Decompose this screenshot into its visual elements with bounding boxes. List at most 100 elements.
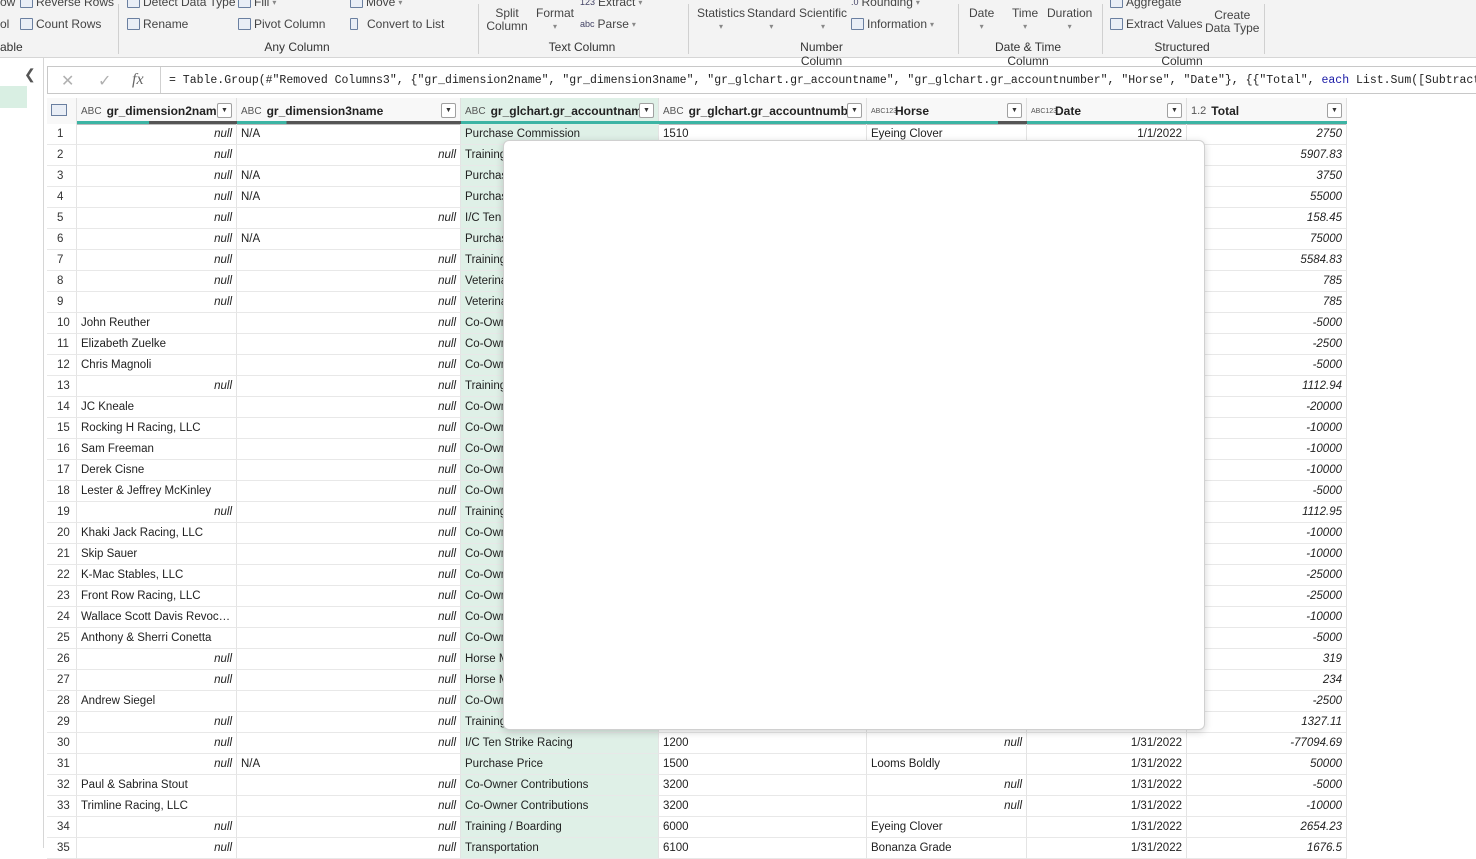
cell-total[interactable]: -2500 bbox=[1187, 691, 1347, 712]
row-number[interactable]: 30 bbox=[47, 733, 77, 754]
cell-dimension3name[interactable]: null bbox=[237, 586, 461, 607]
cell-total[interactable]: -20000 bbox=[1187, 397, 1347, 418]
split-column-button[interactable]: Split Column bbox=[484, 7, 530, 33]
table-row[interactable]: 32 Paul & Sabrina Stout null Co-Owner Contr… bbox=[47, 775, 1347, 796]
cell-date[interactable]: 1/31/2022 bbox=[1027, 733, 1187, 754]
cell-dimension3name[interactable]: null bbox=[237, 502, 461, 523]
cell-total[interactable]: 3750 bbox=[1187, 166, 1347, 187]
cell-dimension2name[interactable]: null bbox=[77, 271, 237, 292]
row-number[interactable]: 6 bbox=[47, 229, 77, 250]
any-type-icon[interactable]: ABC123 bbox=[1031, 108, 1057, 115]
cell-dimension3name[interactable]: N/A bbox=[237, 754, 461, 775]
cell-total[interactable]: 2654.23 bbox=[1187, 817, 1347, 838]
cell-dimension3name[interactable]: null bbox=[237, 628, 461, 649]
row-number[interactable]: 28 bbox=[47, 691, 77, 712]
cell-dimension3name[interactable]: null bbox=[237, 145, 461, 166]
detect-data-type-button[interactable]: Detect Data Type bbox=[127, 0, 236, 9]
cell-dimension3name[interactable]: null bbox=[237, 817, 461, 838]
cell-dimension3name[interactable]: null bbox=[237, 208, 461, 229]
create-data-type-button[interactable]: Create Data Type bbox=[1205, 9, 1259, 35]
cell-horse[interactable]: Bonanza Grade bbox=[867, 838, 1027, 859]
filter-dropdown-icon[interactable]: ▼ bbox=[1327, 103, 1342, 118]
row-number[interactable]: 1 bbox=[47, 124, 77, 145]
cell-dimension3name[interactable]: null bbox=[237, 670, 461, 691]
rounding-button[interactable]: .0 Rounding ▾ bbox=[851, 0, 920, 9]
extract-button[interactable]: 123 Extract ▾ bbox=[580, 0, 642, 9]
duration-button[interactable]: Duration ▾ bbox=[1047, 7, 1092, 33]
cell-total[interactable]: 50000 bbox=[1187, 754, 1347, 775]
count-rows-button[interactable]: Count Rows bbox=[20, 17, 101, 31]
cell-total[interactable]: -10000 bbox=[1187, 523, 1347, 544]
filter-dropdown-icon[interactable]: ▼ bbox=[847, 103, 862, 118]
time-button[interactable]: Time ▾ bbox=[1012, 7, 1038, 33]
cell-accountnumber[interactable]: 1200 bbox=[659, 733, 867, 754]
cell-dimension3name[interactable]: null bbox=[237, 838, 461, 859]
cell-accountnumber[interactable]: 1500 bbox=[659, 754, 867, 775]
cell-dimension2name[interactable]: Rocking H Racing, LLC bbox=[77, 418, 237, 439]
cell-dimension3name[interactable]: null bbox=[237, 733, 461, 754]
cell-dimension2name[interactable]: John Reuther bbox=[77, 313, 237, 334]
aggregate-button[interactable]: Aggregate bbox=[1110, 0, 1181, 9]
cell-accountname[interactable]: I/C Ten Strike Racing bbox=[461, 733, 659, 754]
cell-dimension3name[interactable]: null bbox=[237, 607, 461, 628]
cell-dimension2name[interactable]: Skip Sauer bbox=[77, 544, 237, 565]
text-type-icon[interactable]: ABC bbox=[663, 106, 684, 117]
cell-total[interactable]: -5000 bbox=[1187, 628, 1347, 649]
cell-total[interactable]: -5000 bbox=[1187, 481, 1347, 502]
filter-dropdown-icon[interactable]: ▼ bbox=[1167, 103, 1182, 118]
cell-dimension2name[interactable]: null bbox=[77, 502, 237, 523]
cell-total[interactable]: 5584.83 bbox=[1187, 250, 1347, 271]
cancel-formula-icon[interactable]: ✕ bbox=[61, 71, 74, 91]
cell-total[interactable]: -10000 bbox=[1187, 460, 1347, 481]
convert-to-list-button[interactable]: Convert to List bbox=[350, 17, 444, 31]
cell-dimension3name[interactable]: null bbox=[237, 271, 461, 292]
format-button[interactable]: Format ▾ bbox=[536, 7, 574, 33]
cell-dimension2name[interactable]: null bbox=[77, 250, 237, 271]
cell-accountnumber[interactable]: 3200 bbox=[659, 775, 867, 796]
cell-dimension3name[interactable]: null bbox=[237, 439, 461, 460]
row-number[interactable]: 18 bbox=[47, 481, 77, 502]
cell-dimension3name[interactable]: null bbox=[237, 565, 461, 586]
row-number[interactable]: 2 bbox=[47, 145, 77, 166]
table-row[interactable]: 34 null null Training / Boarding 6000 Eyeing … bbox=[47, 817, 1347, 838]
row-number[interactable]: 34 bbox=[47, 817, 77, 838]
cell-dimension2name[interactable]: null bbox=[77, 838, 237, 859]
row-number[interactable]: 33 bbox=[47, 796, 77, 817]
cell-dimension2name[interactable]: null bbox=[77, 733, 237, 754]
row-number[interactable]: 19 bbox=[47, 502, 77, 523]
cell-dimension2name[interactable]: null bbox=[77, 754, 237, 775]
cell-total[interactable]: -10000 bbox=[1187, 796, 1347, 817]
row-number[interactable]: 23 bbox=[47, 586, 77, 607]
cell-total[interactable]: -5000 bbox=[1187, 775, 1347, 796]
cell-total[interactable]: -10000 bbox=[1187, 418, 1347, 439]
cell-total[interactable]: -5000 bbox=[1187, 313, 1347, 334]
cell-dimension3name[interactable]: N/A bbox=[237, 187, 461, 208]
extract-values-button[interactable]: Extract Values bbox=[1110, 17, 1202, 31]
cell-dimension3name[interactable]: null bbox=[237, 523, 461, 544]
row-number[interactable]: 3 bbox=[47, 166, 77, 187]
function-fx-icon[interactable]: fx bbox=[132, 71, 144, 89]
cell-dimension2name[interactable]: JC Kneale bbox=[77, 397, 237, 418]
row-number[interactable]: 26 bbox=[47, 649, 77, 670]
cell-total[interactable]: -25000 bbox=[1187, 565, 1347, 586]
cell-dimension2name[interactable]: K-Mac Stables, LLC bbox=[77, 565, 237, 586]
cell-horse[interactable]: null bbox=[867, 733, 1027, 754]
cell-dimension2name[interactable]: Anthony & Sherri Conetta bbox=[77, 628, 237, 649]
cell-dimension2name[interactable]: null bbox=[77, 229, 237, 250]
cell-total[interactable]: 785 bbox=[1187, 292, 1347, 313]
text-type-icon[interactable]: ABC bbox=[465, 106, 486, 117]
cell-dimension3name[interactable]: N/A bbox=[237, 229, 461, 250]
filter-dropdown-icon[interactable]: ▼ bbox=[441, 103, 456, 118]
row-number[interactable]: 7 bbox=[47, 250, 77, 271]
cell-accountname[interactable]: Co-Owner Contributions bbox=[461, 775, 659, 796]
row-number[interactable]: 8 bbox=[47, 271, 77, 292]
cell-dimension3name[interactable]: null bbox=[237, 775, 461, 796]
column-header-gr-accountname[interactable]: ABC gr_glchart.gr_accountname ▼ bbox=[461, 98, 659, 124]
cell-total[interactable]: 1112.94 bbox=[1187, 376, 1347, 397]
cell-date[interactable]: 1/31/2022 bbox=[1027, 754, 1187, 775]
scientific-button[interactable]: Scientific ▾ bbox=[799, 7, 847, 33]
information-button[interactable]: Information ▾ bbox=[851, 17, 934, 31]
cell-dimension2name[interactable]: Elizabeth Zuelke bbox=[77, 334, 237, 355]
standard-button[interactable]: Standard ▾ bbox=[747, 7, 796, 33]
cell-date[interactable]: 1/31/2022 bbox=[1027, 838, 1187, 859]
